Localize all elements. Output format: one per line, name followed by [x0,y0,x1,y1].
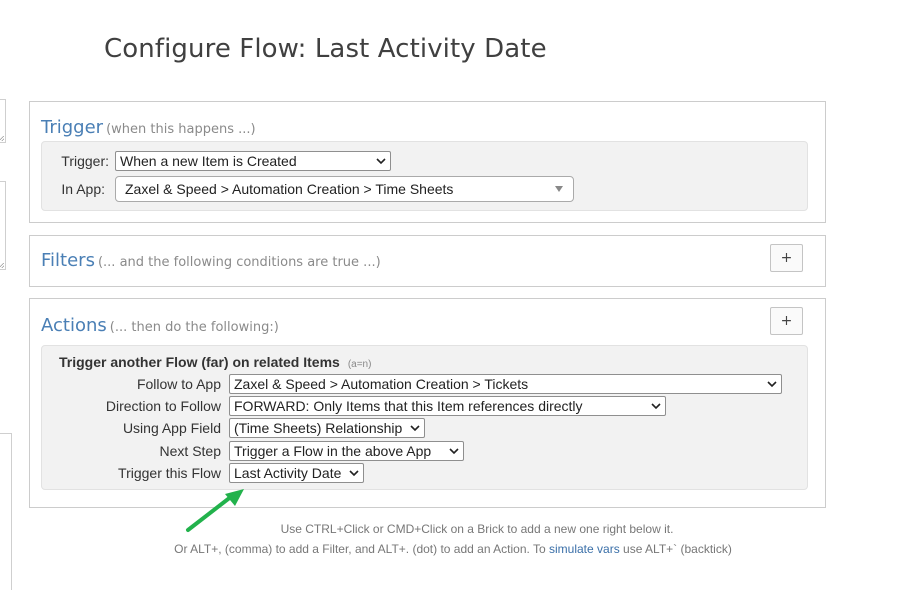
filters-title: Filters [41,250,95,271]
help-line-2-prefix: Or ALT+, (comma) to add a Filter, and AL… [174,542,546,556]
next-step-select[interactable]: Trigger a Flow in the above App [229,441,464,461]
add-action-button[interactable]: + [770,307,803,335]
in-app-select-value: Zaxel & Speed > Automation Creation > Ti… [125,181,454,197]
actions-hint: (... then do the following:) [109,320,279,335]
action-brick-title: Trigger another Flow (far) on related It… [59,354,371,370]
trigger-hint: (when this happens ...) [106,122,256,137]
chevron-down-icon [449,448,459,455]
help-line-2-suffix: use ALT+` (backtick) [623,542,732,556]
resize-grip-icon [0,136,4,141]
chevron-down-icon [376,158,386,165]
chevron-down-icon [651,403,661,410]
next-step-label: Next Step [159,443,221,459]
follow-to-app-label: Follow to App [136,376,221,392]
direction-value: FORWARD: Only Items that this Item refer… [234,398,583,414]
filters-section: Filters (... and the following conditions… [29,235,826,287]
left-panel-fragment-2 [0,181,6,270]
help-line-1: Use CTRL+Click or CMD+Click on a Brick t… [0,522,904,536]
help-line-2: Or ALT+, (comma) to add a Filter, and AL… [0,542,904,556]
action-title-text: Trigger another Flow (far) on related It… [59,354,340,370]
follow-to-app-select[interactable]: Zaxel & Speed > Automation Creation > Ti… [229,374,782,394]
trigger-this-flow-select[interactable]: Last Activity Date [229,463,364,483]
using-app-field-label: Using App Field [122,420,221,436]
actions-section-title: Actions (... then do the following:) [41,315,279,336]
using-app-field-value: (Time Sheets) Relationship [234,420,403,436]
trigger-label: Trigger: [61,153,109,169]
actions-title: Actions [41,315,107,336]
in-app-label: In App: [61,181,105,197]
trigger-select-value: When a new Item is Created [120,153,297,169]
chevron-down-icon [410,425,420,432]
trigger-this-flow-value: Last Activity Date [234,465,342,481]
actions-section: Actions (... then do the following:) + Tr… [29,298,826,508]
using-app-field-select[interactable]: (Time Sheets) Relationship [229,418,425,438]
filters-section-title: Filters (... and the following conditions… [41,250,381,271]
left-panel-fragment-1 [0,99,6,143]
trigger-select[interactable]: When a new Item is Created [115,151,391,171]
action-ratio: (a=n) [347,359,372,370]
direction-label: Direction to Follow [105,398,221,414]
action-brick[interactable]: Trigger another Flow (far) on related It… [41,345,808,490]
page-title: Configure Flow: Last Activity Date [104,34,547,64]
direction-select[interactable]: FORWARD: Only Items that this Item refer… [229,396,666,416]
simulate-vars-link[interactable]: simulate vars [549,542,620,556]
in-app-select[interactable]: Zaxel & Speed > Automation Creation > Ti… [115,176,574,202]
trigger-brick: Trigger: When a new Item is Created In A… [41,141,808,211]
chevron-down-icon [349,470,359,477]
left-panel-fragment-3 [0,433,12,590]
dropdown-triangle-icon [555,186,563,192]
next-step-value: Trigger a Flow in the above App [234,443,432,459]
trigger-section: Trigger (when this happens ...) Trigger: … [29,101,826,223]
resize-grip-icon [0,263,4,268]
chevron-down-icon [767,381,777,388]
help-line-1-text: Use CTRL+Click or CMD+Click on a Brick t… [280,522,674,536]
trigger-this-flow-label: Trigger this Flow [118,465,221,481]
trigger-section-title: Trigger (when this happens ...) [41,117,256,138]
add-filter-button[interactable]: + [770,244,803,272]
trigger-title: Trigger [41,117,104,138]
filters-hint: (... and the following conditions are tr… [97,255,381,270]
follow-to-app-value: Zaxel & Speed > Automation Creation > Ti… [234,376,529,392]
